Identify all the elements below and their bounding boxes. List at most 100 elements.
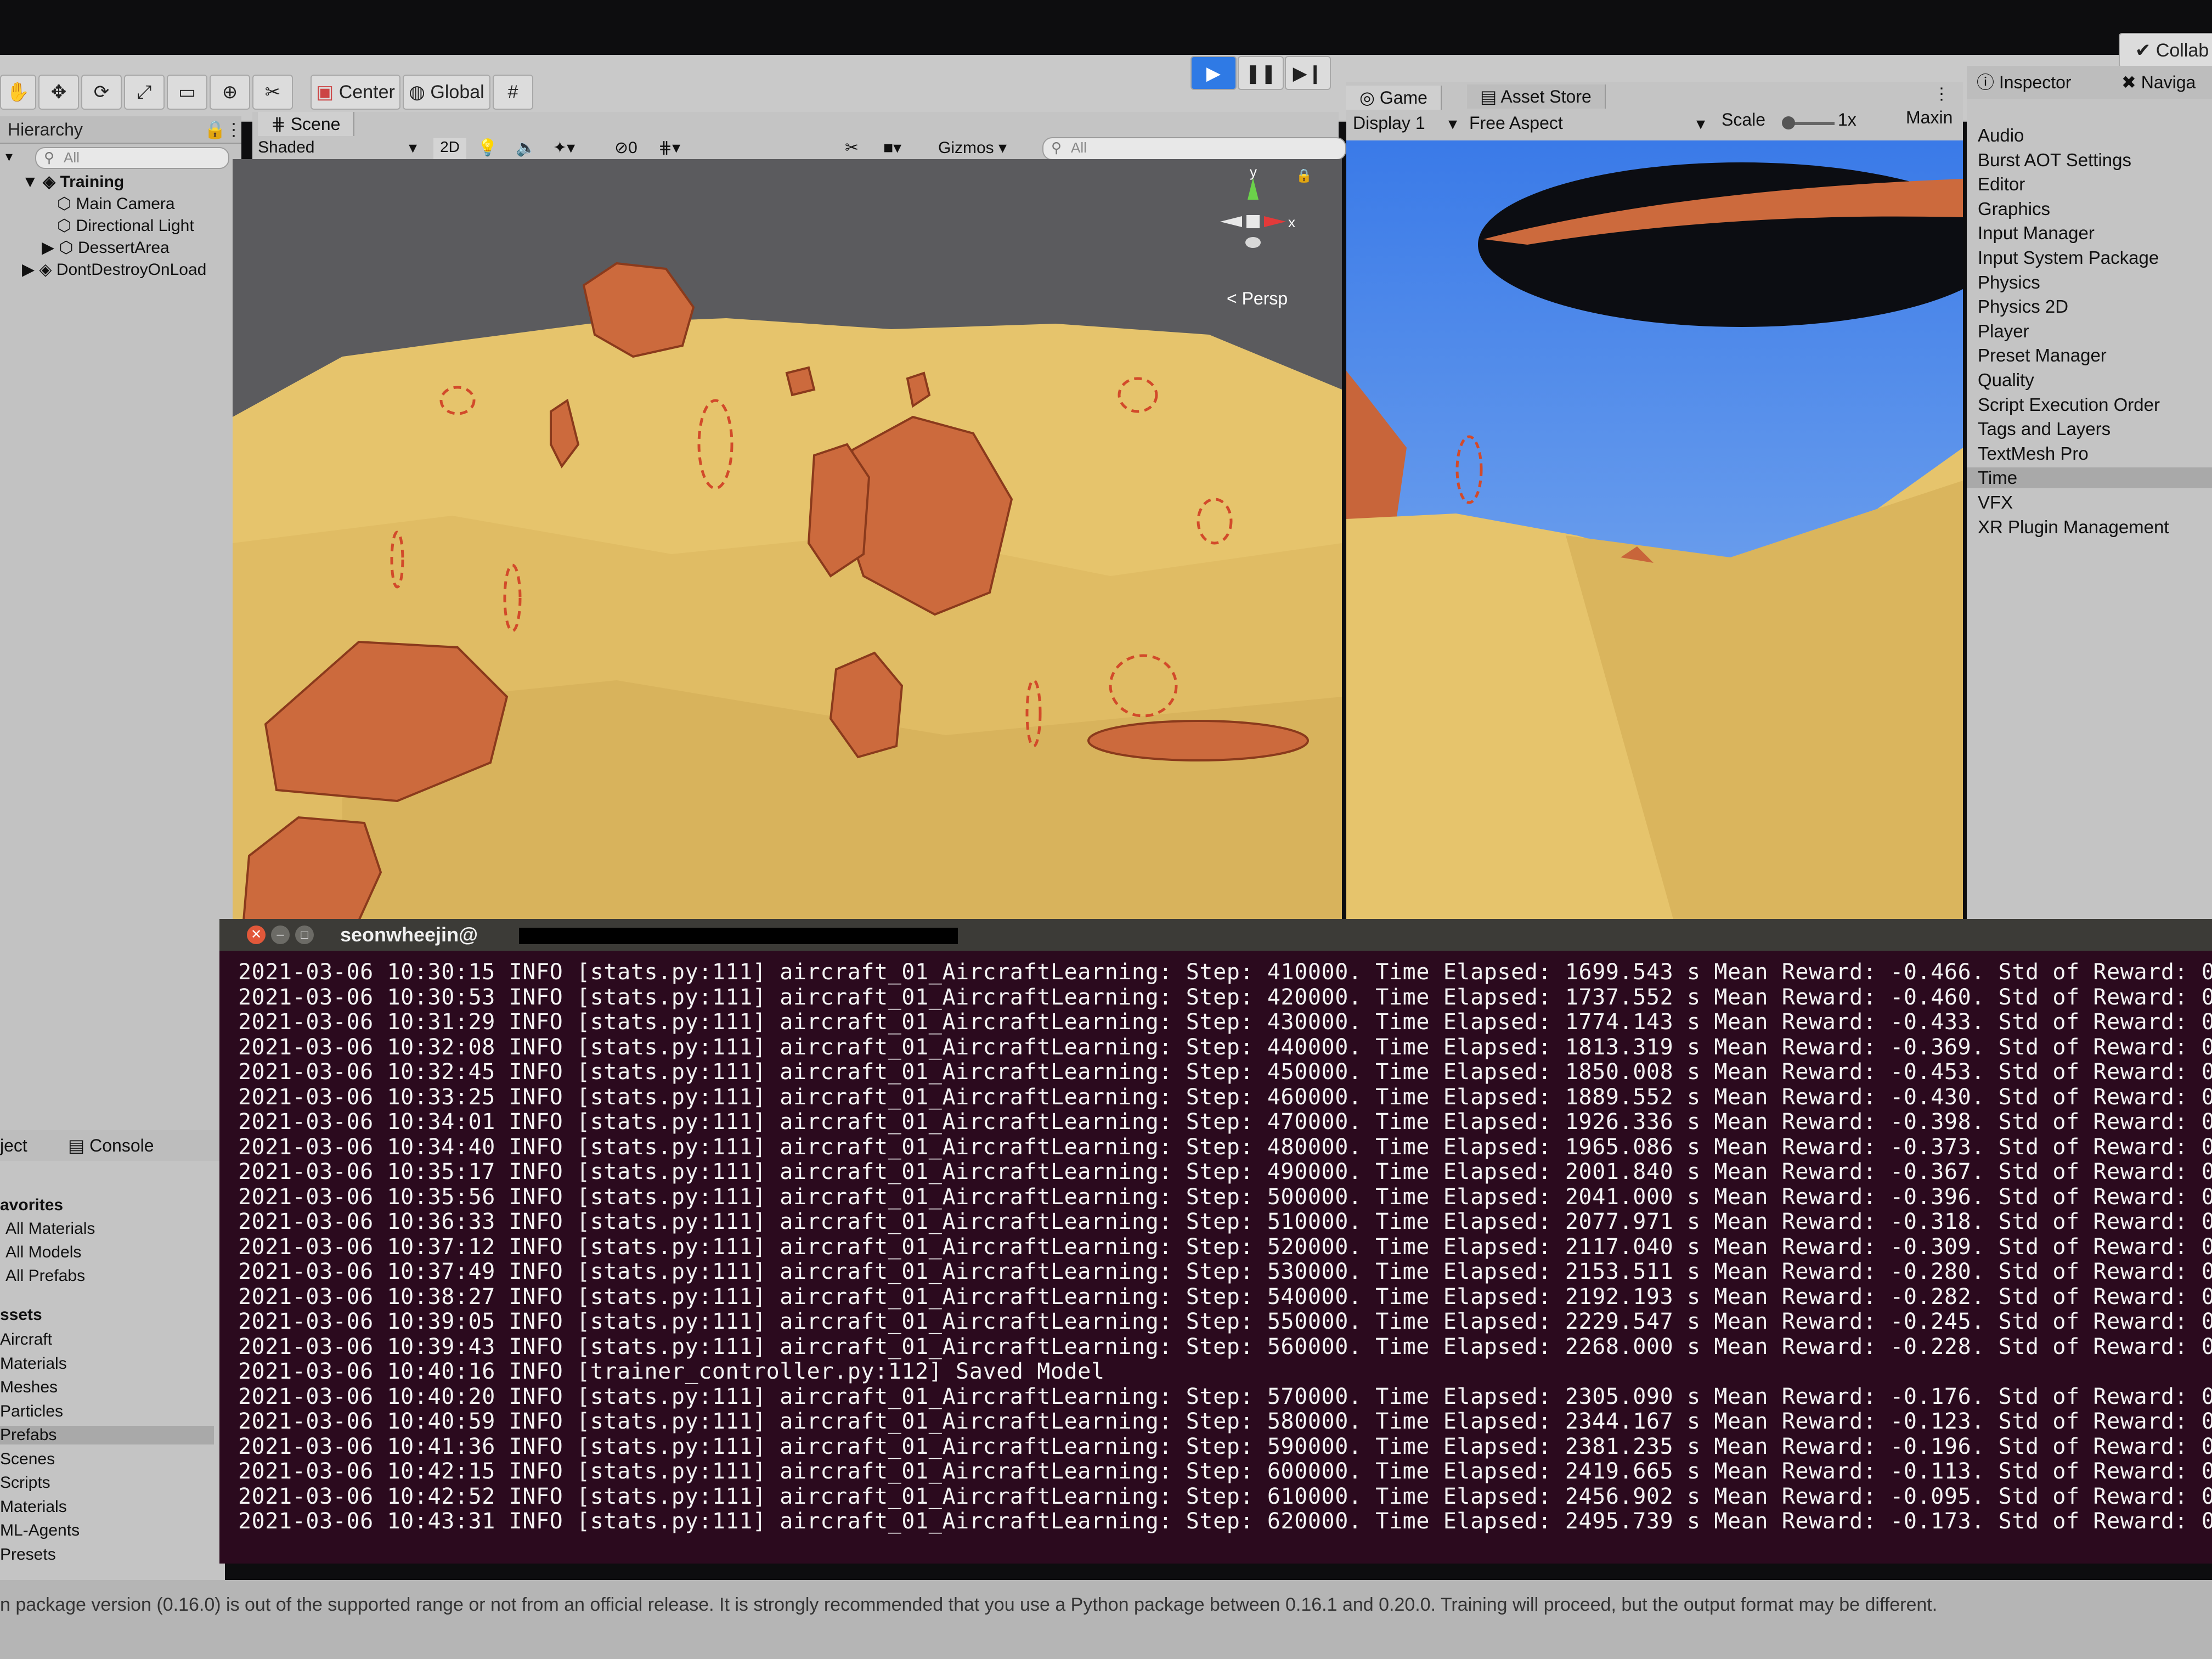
tab-project[interactable]: ject bbox=[0, 1130, 27, 1161]
gizmo-neg-y-axis bbox=[1245, 237, 1261, 248]
expand-arrow-icon[interactable]: ▼ bbox=[22, 173, 38, 191]
assets-folder-item[interactable]: Scenes bbox=[0, 1450, 55, 1469]
audio-icon[interactable]: 🔈 bbox=[516, 138, 536, 157]
rock bbox=[1087, 720, 1309, 761]
favorites-item[interactable]: All Materials bbox=[5, 1220, 95, 1238]
scale-tool-icon[interactable]: ⤢ bbox=[124, 75, 165, 110]
terminal-maximize-icon[interactable]: □ bbox=[295, 926, 314, 944]
scene-view[interactable]: y x 🔒 < Persp bbox=[233, 159, 1342, 921]
assets-header[interactable]: ssets bbox=[0, 1306, 42, 1324]
collab-button[interactable]: ✔ Collab bbox=[2119, 33, 2212, 68]
assets-folder-item[interactable]: Materials bbox=[0, 1355, 67, 1373]
hierarchy-header: Hierarchy 🔒 ⋮ bbox=[0, 116, 242, 144]
terminal-titlebar: ✕ – □ seonwheejin@ bbox=[219, 919, 2212, 951]
settings-item[interactable]: TextMesh Pro bbox=[1978, 443, 2089, 464]
shading-mode-dropdown[interactable]: Shaded ▾ bbox=[258, 138, 422, 159]
camera-icon[interactable]: ■▾ bbox=[883, 138, 901, 157]
hidden-objects-toggle[interactable]: ⊘0 bbox=[614, 138, 637, 157]
favorites-header[interactable]: avorites bbox=[0, 1196, 63, 1215]
play-icon[interactable]: ▶ bbox=[1190, 56, 1237, 90]
tree-item-directional-light[interactable]: ⬡ Directional Light bbox=[57, 216, 194, 235]
display-dropdown[interactable]: Display 1 ▾ bbox=[1353, 113, 1457, 137]
toggle-2d-button[interactable]: 2D bbox=[433, 138, 466, 159]
expand-arrow-icon[interactable]: ▶ bbox=[42, 239, 54, 257]
tree-item-main-camera[interactable]: ⬡ Main Camera bbox=[57, 194, 175, 213]
assets-folder-item[interactable]: ML-Agents bbox=[0, 1521, 80, 1540]
terminal-window[interactable]: ✕ – □ seonwheejin@ 2021-03-06 10:30:15 I… bbox=[219, 919, 2212, 1564]
settings-item[interactable]: Quality bbox=[1978, 370, 2034, 391]
hierarchy-search-input[interactable]: All bbox=[35, 147, 229, 169]
settings-item[interactable]: Burst AOT Settings bbox=[1978, 150, 2131, 171]
settings-item[interactable]: Physics bbox=[1978, 272, 2040, 293]
settings-item[interactable]: Script Execution Order bbox=[1978, 394, 2160, 415]
gizmos-dropdown[interactable]: Gizmos ▾ bbox=[938, 138, 1007, 157]
assets-folder-item[interactable]: Aircraft bbox=[0, 1330, 52, 1349]
tab-scene[interactable]: ⋕ Scene bbox=[258, 112, 355, 136]
tab-console[interactable]: ▤ Console bbox=[68, 1130, 154, 1161]
favorites-item[interactable]: All Prefabs bbox=[5, 1267, 85, 1285]
tree-item-training[interactable]: ▼ ◈ Training bbox=[22, 172, 124, 191]
assets-folder-item[interactable]: Scripts bbox=[0, 1474, 50, 1492]
tools-icon[interactable]: ✂ bbox=[845, 138, 859, 157]
assets-folder-item[interactable]: Particles bbox=[0, 1402, 63, 1421]
tree-item-dessert-area[interactable]: ▶ ⬡ DessertArea bbox=[42, 238, 170, 257]
kebab-menu-icon[interactable]: ⋮ bbox=[1933, 84, 1950, 104]
settings-item[interactable]: XR Plugin Management bbox=[1978, 517, 2169, 538]
game-header: ◎ Game ▤ Asset Store ⋮ Display 1 ▾ Free … bbox=[1346, 82, 1963, 140]
scene-search-input[interactable]: All bbox=[1042, 137, 1346, 160]
scale-slider[interactable] bbox=[1782, 116, 1835, 129]
game-view[interactable] bbox=[1346, 140, 1963, 927]
tab-asset-store[interactable]: ▤ Asset Store bbox=[1467, 84, 1606, 109]
assets-folder-item[interactable]: Materials bbox=[0, 1498, 67, 1516]
pause-icon[interactable]: ❚❚ bbox=[1238, 56, 1284, 90]
maximize-on-play-button[interactable]: Maxin bbox=[1906, 108, 1953, 128]
terminal-minimize-icon[interactable]: – bbox=[271, 926, 290, 944]
settings-item[interactable]: Tags and Layers bbox=[1978, 419, 2111, 439]
tab-inspector[interactable]: ⓘ Inspector bbox=[1977, 66, 2072, 99]
space-global-button[interactable]: ◍ Global bbox=[403, 75, 490, 110]
assets-folder-item[interactable]: Prefabs bbox=[0, 1426, 214, 1444]
settings-item[interactable]: Time bbox=[1967, 467, 2212, 489]
settings-item[interactable]: Preset Manager bbox=[1978, 345, 2107, 366]
lock-icon[interactable]: 🔒 bbox=[204, 116, 226, 143]
tree-item-dontdestroyonload[interactable]: ▶ ◈ DontDestroyOnLoad bbox=[22, 260, 206, 279]
expand-arrow-icon[interactable]: ▶ bbox=[22, 261, 35, 279]
settings-item[interactable]: Physics 2D bbox=[1978, 296, 2068, 317]
aspect-dropdown[interactable]: Free Aspect ▾ bbox=[1469, 113, 1705, 137]
pivot-center-button[interactable]: ▣ Center bbox=[311, 75, 400, 110]
scene-gizmo-icon[interactable]: y x bbox=[1209, 163, 1297, 276]
custom-tool-icon[interactable]: ✂ bbox=[252, 75, 293, 110]
terminal-log-line: 2021-03-06 10:37:49 INFO [stats.py:111] … bbox=[238, 1259, 2212, 1284]
settings-item[interactable]: Input Manager bbox=[1978, 223, 2095, 244]
settings-item[interactable]: VFX bbox=[1978, 492, 2013, 513]
move-tool-icon[interactable]: ✥ bbox=[38, 75, 79, 110]
settings-item[interactable]: Editor bbox=[1978, 174, 2025, 195]
lock-icon[interactable]: 🔒 bbox=[1296, 168, 1312, 184]
favorites-item[interactable]: All Models bbox=[5, 1243, 81, 1262]
assets-folder-item[interactable]: Presets bbox=[0, 1545, 56, 1564]
terminal-log-line: 2021-03-06 10:42:52 INFO [stats.py:111] … bbox=[238, 1483, 2212, 1509]
rotate-tool-icon[interactable]: ⟳ bbox=[81, 75, 122, 110]
grid-snap-icon[interactable]: # bbox=[493, 75, 533, 110]
display-value: Display 1 bbox=[1353, 113, 1425, 133]
rect-tool-icon[interactable]: ▭ bbox=[167, 75, 207, 110]
lighting-icon[interactable]: 💡 bbox=[477, 138, 498, 157]
terminal-close-icon[interactable]: ✕ bbox=[247, 926, 266, 944]
assets-folder-item[interactable]: Meshes bbox=[0, 1378, 58, 1397]
terminal-log-line: 2021-03-06 10:41:36 INFO [stats.py:111] … bbox=[238, 1434, 2212, 1459]
settings-item[interactable]: Graphics bbox=[1978, 199, 2050, 219]
kebab-menu-icon[interactable]: ⋮ bbox=[225, 116, 242, 143]
hand-tool-icon[interactable]: ✋ bbox=[0, 75, 36, 110]
step-icon[interactable]: ▶❙ bbox=[1285, 56, 1331, 90]
transform-tool-icon[interactable]: ⊕ bbox=[210, 75, 250, 110]
tab-game[interactable]: ◎ Game bbox=[1346, 86, 1442, 110]
settings-item[interactable]: Player bbox=[1978, 321, 2029, 342]
grid-icon[interactable]: ⋕▾ bbox=[658, 138, 680, 157]
tab-navigation[interactable]: ✖ Naviga bbox=[2121, 66, 2196, 99]
effects-icon[interactable]: ✦▾ bbox=[553, 138, 575, 157]
create-dropdown-icon[interactable]: ▾ bbox=[5, 148, 13, 165]
settings-item[interactable]: Input System Package bbox=[1978, 247, 2159, 268]
perspective-label[interactable]: < Persp bbox=[1227, 289, 1288, 309]
settings-item[interactable]: Audio bbox=[1978, 125, 2024, 146]
scale-slider-handle[interactable] bbox=[1782, 116, 1795, 129]
